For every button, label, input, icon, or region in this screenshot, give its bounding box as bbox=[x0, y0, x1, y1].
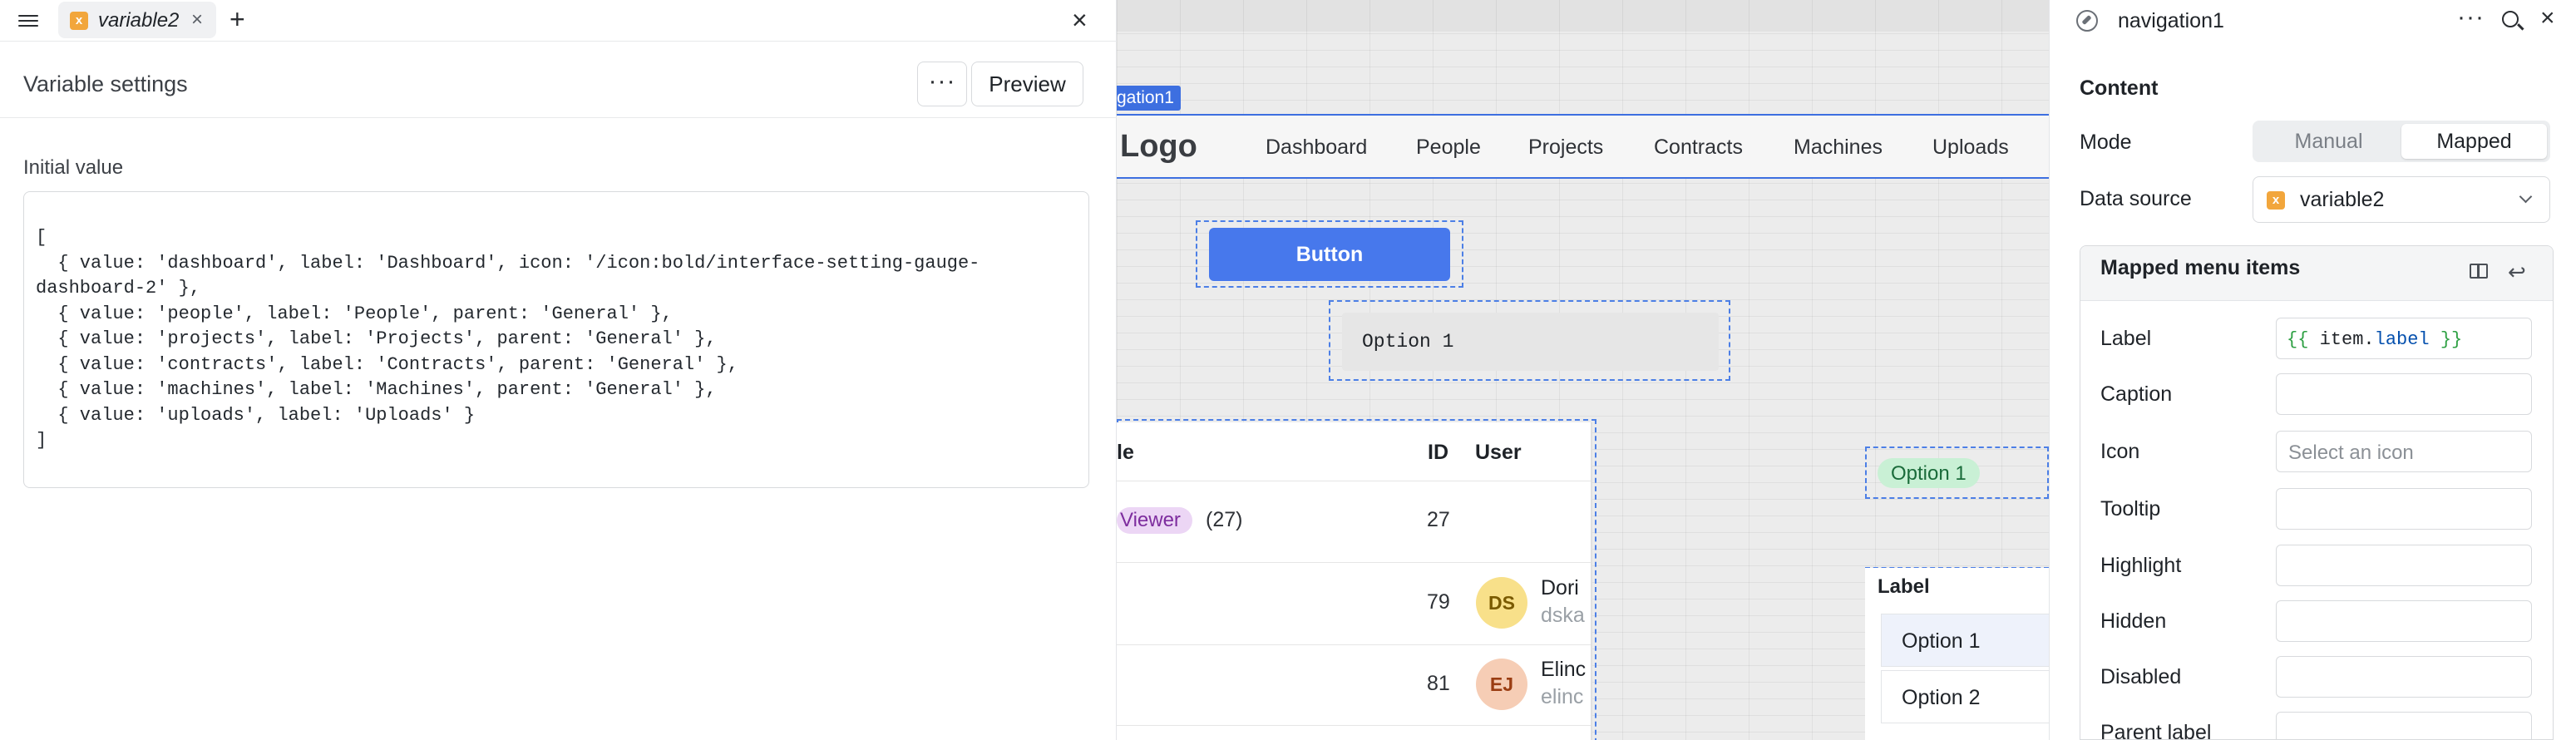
table-header-role[interactable]: le bbox=[1117, 441, 1134, 465]
parent-label-input[interactable] bbox=[2276, 712, 2532, 739]
mapped-menu-items-title: Mapped menu items bbox=[2100, 256, 2301, 279]
component-name[interactable]: navigation1 bbox=[2118, 9, 2224, 33]
initial-value-editor[interactable]: [ { value: 'dashboard', label: 'Dashboar… bbox=[23, 191, 1089, 488]
avatar: DS bbox=[1476, 577, 1527, 629]
table-cell-id: 27 bbox=[1427, 508, 1450, 531]
user-name: Dori bbox=[1541, 576, 1579, 599]
close-tab-icon[interactable]: × bbox=[191, 8, 203, 32]
return-icon[interactable]: ↩ bbox=[2508, 259, 2526, 285]
content-section-title: Content bbox=[2080, 76, 2159, 100]
more-options-icon[interactable]: ··· bbox=[2457, 3, 2485, 32]
settings-header: Variable settings ··· Preview bbox=[0, 42, 1117, 118]
search-icon[interactable] bbox=[2502, 11, 2519, 27]
list-item[interactable]: Option 2 bbox=[1881, 670, 2055, 723]
data-source-label: Data source bbox=[2080, 187, 2192, 210]
highlight-input[interactable] bbox=[2276, 545, 2532, 586]
variable-icon: x bbox=[70, 12, 88, 30]
row-divider bbox=[1117, 644, 1591, 645]
chevron-down-icon bbox=[2519, 190, 2533, 204]
nav-link-machines[interactable]: Machines bbox=[1794, 136, 1883, 160]
canvas-table[interactable]: le ID User Viewer (27) 27 79 DS Dori dsk… bbox=[1117, 422, 1592, 740]
add-tab-icon[interactable]: + bbox=[229, 4, 245, 35]
table-cell-id: 81 bbox=[1427, 672, 1450, 695]
close-panel-icon[interactable]: × bbox=[1072, 5, 1088, 36]
user-email: dska bbox=[1541, 604, 1585, 627]
caption-input[interactable] bbox=[2276, 373, 2532, 415]
tooltip-input[interactable] bbox=[2276, 488, 2532, 530]
close-icon[interactable]: × bbox=[2540, 4, 2555, 32]
role-count: (27) bbox=[1206, 508, 1243, 531]
initial-value-code[interactable]: [ { value: 'dashboard', label: 'Dashboar… bbox=[36, 225, 1078, 454]
table-header-user[interactable]: User bbox=[1475, 441, 1522, 465]
field-hidden-label: Hidden bbox=[2100, 609, 2167, 633]
mode-label: Mode bbox=[2080, 131, 2132, 154]
hidden-input[interactable] bbox=[2276, 600, 2532, 642]
settings-title: Variable settings bbox=[23, 72, 188, 96]
nav-logo: Logo bbox=[1120, 129, 1197, 164]
table-cell-id: 79 bbox=[1427, 590, 1450, 614]
listbox-label: Label bbox=[1878, 575, 1930, 598]
nav-link-dashboard[interactable]: Dashboard bbox=[1266, 136, 1367, 160]
tab-variable2[interactable]: x variable2 × bbox=[58, 2, 216, 38]
field-caption-label: Caption bbox=[2100, 382, 2173, 406]
selection-tag: gation1 bbox=[1117, 86, 1181, 111]
canvas-option-input[interactable]: Option 1 bbox=[1342, 313, 1719, 371]
disabled-input[interactable] bbox=[2276, 656, 2532, 698]
variable-settings-panel: x variable2 × + × Variable settings ··· … bbox=[0, 0, 1117, 740]
nav-link-projects[interactable]: Projects bbox=[1528, 136, 1603, 160]
mode-mapped-option[interactable]: Mapped bbox=[2401, 124, 2547, 159]
field-disabled-label: Disabled bbox=[2100, 665, 2182, 688]
field-highlight-label: Highlight bbox=[2100, 554, 2182, 577]
mapped-menu-items-section: Mapped menu items ↩ Label {{ item.label … bbox=[2080, 245, 2554, 740]
field-label-label: Label bbox=[2100, 327, 2152, 350]
canvas-button[interactable]: Button bbox=[1209, 228, 1450, 281]
option-tag[interactable]: Option 1 bbox=[1878, 458, 1980, 488]
label-input[interactable]: {{ item.label }} bbox=[2276, 318, 2532, 359]
avatar: EJ bbox=[1476, 659, 1527, 710]
row-divider bbox=[1117, 725, 1591, 726]
inspector-panel: navigation1 ··· × Content Mode Manual Ma… bbox=[2049, 0, 2576, 740]
field-icon-label: Icon bbox=[2100, 440, 2140, 463]
table-header-id[interactable]: ID bbox=[1428, 441, 1448, 465]
user-email: elinc bbox=[1541, 685, 1584, 708]
nav-link-uploads[interactable]: Uploads bbox=[1932, 136, 2009, 160]
role-badge: Viewer bbox=[1117, 507, 1192, 534]
docs-book-icon[interactable] bbox=[2470, 264, 2488, 279]
row-divider bbox=[1117, 562, 1591, 563]
nav-link-people[interactable]: People bbox=[1416, 136, 1481, 160]
nav-link-contracts[interactable]: Contracts bbox=[1654, 136, 1743, 160]
inspector-header: navigation1 ··· × bbox=[2050, 0, 2576, 42]
data-source-value: variable2 bbox=[2300, 188, 2385, 211]
icon-select[interactable]: Select an icon bbox=[2276, 431, 2532, 472]
data-source-select[interactable]: x variable2 bbox=[2253, 176, 2550, 223]
menu-icon[interactable] bbox=[18, 12, 38, 30]
mapped-menu-items-header: Mapped menu items ↩ bbox=[2080, 246, 2553, 301]
mode-toggle: Manual Mapped bbox=[2253, 121, 2550, 162]
preview-button[interactable]: Preview bbox=[971, 62, 1083, 106]
tab-label: variable2 bbox=[98, 9, 180, 32]
variable-icon: x bbox=[2267, 191, 2285, 210]
tab-bar: x variable2 × + × bbox=[0, 0, 1117, 42]
user-name: Elinc bbox=[1541, 658, 1587, 681]
field-parent-label-label: Parent label bbox=[2100, 721, 2212, 740]
list-item[interactable]: Option 1 bbox=[1881, 614, 2055, 667]
navigation-component[interactable]: Logo Dashboard People Projects Contracts… bbox=[1117, 114, 2049, 179]
navigation-compass-icon bbox=[2076, 10, 2098, 32]
canvas-ruler bbox=[1117, 0, 2049, 32]
mode-manual-option[interactable]: Manual bbox=[2256, 124, 2401, 159]
more-options-button[interactable]: ··· bbox=[917, 62, 967, 106]
field-tooltip-label: Tooltip bbox=[2100, 497, 2161, 520]
initial-value-label: Initial value bbox=[23, 156, 124, 179]
